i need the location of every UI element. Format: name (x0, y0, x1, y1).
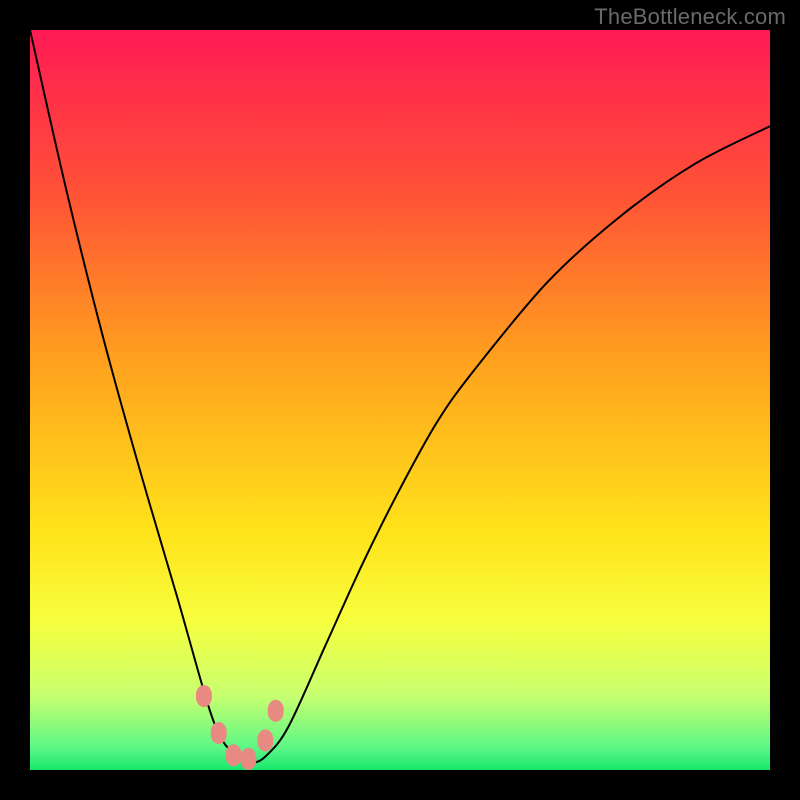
plot-area (30, 30, 770, 770)
watermark-text: TheBottleneck.com (594, 4, 786, 30)
marker-point (226, 744, 242, 766)
marker-point (240, 748, 256, 770)
marker-point (196, 685, 212, 707)
marker-point (257, 729, 273, 751)
chart-background (30, 30, 770, 770)
chart-svg (30, 30, 770, 770)
marker-point (211, 722, 227, 744)
marker-point (268, 700, 284, 722)
chart-frame: TheBottleneck.com (0, 0, 800, 800)
